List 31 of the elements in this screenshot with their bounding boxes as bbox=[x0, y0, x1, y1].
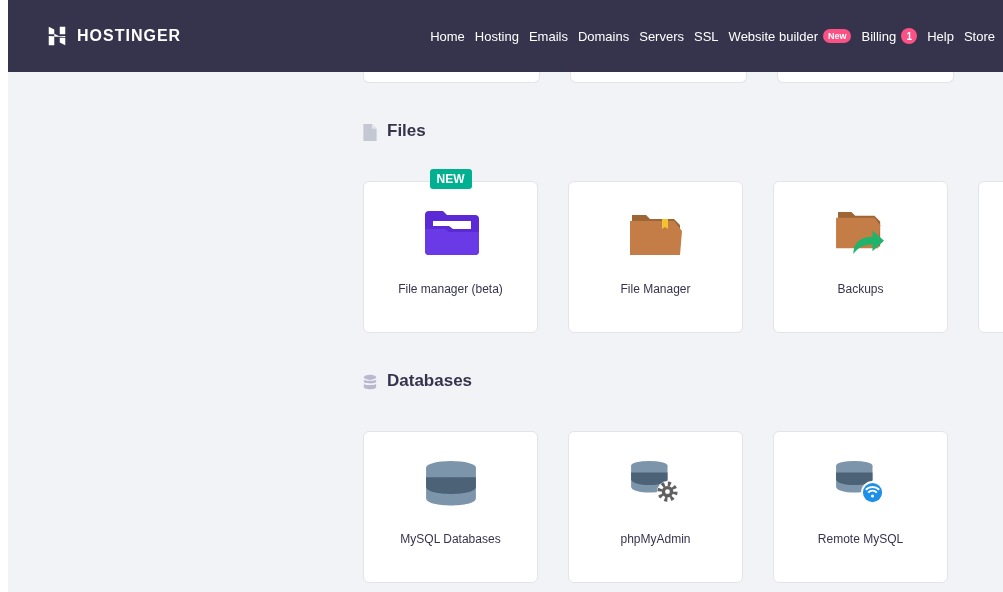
nav-link[interactable]: Domains bbox=[577, 28, 630, 44]
card-label: File manager (beta) bbox=[398, 282, 503, 296]
tool-card[interactable]: Remote MySQL bbox=[773, 431, 948, 583]
nav-link[interactable]: Help bbox=[927, 28, 954, 44]
nav-link[interactable]: Hosting bbox=[474, 28, 519, 44]
card-label: Backups bbox=[837, 282, 884, 296]
section-title: Files bbox=[387, 121, 426, 141]
count-badge: 1 bbox=[901, 28, 918, 44]
document-icon bbox=[363, 124, 377, 141]
card-label: Remote MySQL bbox=[817, 532, 904, 546]
nav-link[interactable]: Billing bbox=[861, 28, 897, 44]
tool-card[interactable]: Backups bbox=[773, 181, 948, 333]
card-label: phpMyAdmin bbox=[620, 532, 691, 546]
nav-link[interactable]: Home bbox=[430, 28, 465, 44]
nav-link[interactable]: Servers bbox=[639, 28, 684, 44]
database-icon bbox=[363, 374, 377, 391]
card-label: MySQL Databases bbox=[400, 532, 501, 546]
tool-card[interactable]: File Manager bbox=[568, 181, 743, 333]
section-title: Databases bbox=[387, 371, 473, 391]
nav-link[interactable]: Website builder bbox=[728, 28, 818, 44]
folder-icon bbox=[422, 210, 479, 256]
tool-card[interactable]: phpMyAdmin bbox=[568, 431, 743, 583]
new-badge: New bbox=[822, 29, 852, 43]
nav-link[interactable]: SSL bbox=[694, 28, 719, 44]
brand-name: HOSTINGER bbox=[77, 27, 182, 45]
tool-card[interactable]: MySQL Databases bbox=[363, 431, 538, 583]
card-label: File Manager bbox=[620, 282, 691, 296]
new-badge: NEW bbox=[429, 169, 472, 189]
nav-link[interactable]: Emails bbox=[528, 28, 568, 44]
logo-icon bbox=[46, 24, 68, 48]
nav-link[interactable]: Store bbox=[963, 28, 995, 44]
